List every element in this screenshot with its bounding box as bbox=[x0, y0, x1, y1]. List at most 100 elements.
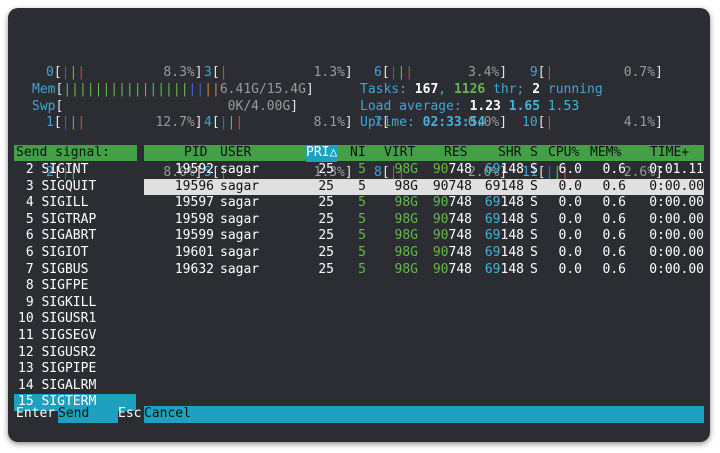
process-user: sagar bbox=[220, 195, 260, 211]
process-time: 0:01.11 bbox=[649, 162, 704, 177]
column-res[interactable]: RES bbox=[444, 145, 467, 162]
table-row[interactable]: 19596 sagar 25 5 98G 90748 69148 S 0.0 0.6 0:00.00 bbox=[144, 178, 704, 196]
signal-item[interactable]: 4 SIGILL bbox=[14, 195, 136, 212]
process-user: sagar bbox=[220, 261, 260, 277]
process-time: 0:00.00 bbox=[649, 228, 704, 244]
signal-item[interactable]: 13 SIGPIPE bbox=[14, 361, 136, 378]
process-shr: 69148 bbox=[484, 162, 524, 177]
process-time: 0:00.00 bbox=[649, 195, 704, 211]
send-button[interactable]: Send bbox=[58, 406, 118, 423]
process-priority: 25 bbox=[318, 261, 334, 277]
process-pid: 19601 bbox=[174, 244, 214, 260]
signal-item[interactable]: 5 SIGTRAP bbox=[14, 212, 136, 229]
process-state: S bbox=[530, 195, 538, 211]
column-shr[interactable]: SHR bbox=[498, 145, 521, 162]
cpu-meter: 9[| 0.7%] bbox=[529, 65, 663, 81]
signal-item[interactable]: 9 SIGKILL bbox=[14, 295, 136, 312]
process-shr: 69148 bbox=[484, 228, 524, 244]
column-mem[interactable]: MEM% bbox=[590, 145, 621, 162]
process-priority: 25 bbox=[318, 195, 334, 211]
signal-item[interactable]: 12 SIGUSR2 bbox=[14, 345, 136, 362]
process-user: sagar bbox=[220, 162, 260, 177]
cpu-meter: 10[| 4.1%] bbox=[522, 114, 663, 130]
esc-key-label: Esc bbox=[118, 406, 142, 421]
signal-item[interactable]: 2 SIGINT bbox=[14, 162, 136, 179]
htop-terminal: 0[||| 8.3%] 1[||| 12.7%] 2[|| 8.0%] 3[| … bbox=[8, 8, 710, 442]
column-cpu[interactable]: CPU% bbox=[548, 145, 579, 162]
table-row[interactable]: 19592 sagar 25 5 98G 90748 69148 S 6.0 0.6 0:01.11 bbox=[144, 162, 704, 179]
process-cpu: 0.0 bbox=[558, 244, 582, 260]
process-shr: 69148 bbox=[484, 244, 524, 260]
process-virt: 98G bbox=[394, 261, 418, 277]
process-nice: 5 bbox=[358, 178, 366, 194]
cancel-button[interactable]: Cancel bbox=[144, 406, 704, 423]
column-time[interactable]: TIME+ bbox=[650, 145, 689, 162]
swap-meter: Swp[ 0K/4.00G] bbox=[32, 98, 299, 114]
process-res: 90748 bbox=[432, 261, 472, 277]
signal-item[interactable]: 6 SIGIOT bbox=[14, 245, 136, 262]
process-mem: 0.6 bbox=[602, 195, 626, 211]
signal-item[interactable]: 11 SIGSEGV bbox=[14, 328, 136, 345]
process-state: S bbox=[530, 228, 538, 244]
process-virt: 98G bbox=[394, 178, 418, 194]
process-res: 90748 bbox=[432, 211, 472, 227]
process-virt: 98G bbox=[394, 244, 418, 260]
signal-item[interactable]: 10 SIGUSR1 bbox=[14, 311, 136, 328]
uptime: Uptime: 02:33:54 bbox=[360, 115, 486, 131]
table-row[interactable]: 19598 sagar 25 5 98G 90748 69148 S 0.0 0.6 0:00.00 bbox=[144, 212, 704, 229]
table-row[interactable]: 19601 sagar 25 5 98G 90748 69148 S 0.0 0.6 0:00.00 bbox=[144, 245, 704, 262]
load-average: Load average: 1.23 1.65 1.53 bbox=[360, 98, 580, 114]
process-nice: 5 bbox=[358, 244, 366, 260]
process-mem: 0.6 bbox=[602, 162, 626, 177]
process-virt: 98G bbox=[394, 195, 418, 211]
column-user[interactable]: USER bbox=[220, 145, 251, 162]
table-row[interactable]: 19632 sagar 25 5 98G 90748 69148 S 0.0 0.6 0:00.00 bbox=[144, 262, 704, 279]
process-pid: 19597 bbox=[174, 195, 214, 211]
process-shr: 69148 bbox=[484, 178, 524, 194]
process-res: 90748 bbox=[432, 244, 472, 260]
column-state[interactable]: S bbox=[530, 145, 538, 162]
process-nice: 5 bbox=[358, 228, 366, 244]
enter-key-label: Enter bbox=[16, 406, 56, 421]
process-list: 19592 sagar 25 5 98G 90748 69148 S 6.0 0.6 0:01.11… bbox=[144, 162, 704, 278]
footer-bar: Enter Send Esc Cancel bbox=[14, 406, 704, 423]
signal-item[interactable]: 6 SIGABRT bbox=[14, 228, 136, 245]
signal-item[interactable]: 8 SIGFPE bbox=[14, 278, 136, 295]
column-nice[interactable]: NI bbox=[350, 145, 366, 162]
process-time: 0:00.00 bbox=[649, 178, 704, 194]
process-pid: 19596 bbox=[174, 178, 214, 194]
send-signal-header: Send signal: bbox=[14, 145, 137, 161]
process-shr: 69148 bbox=[484, 211, 524, 227]
process-nice: 5 bbox=[358, 195, 366, 211]
process-priority: 25 bbox=[318, 178, 334, 194]
process-user: sagar bbox=[220, 244, 260, 260]
table-row[interactable]: 19597 sagar 25 5 98G 90748 69148 S 0.0 0.6 0:00.00 bbox=[144, 195, 704, 212]
process-time: 0:00.00 bbox=[649, 211, 704, 227]
cpu-meter: 1[||| 12.7%] bbox=[46, 114, 203, 130]
process-priority: 25 bbox=[318, 162, 334, 177]
process-pid: 19598 bbox=[174, 211, 214, 227]
process-pid: 19592 bbox=[174, 162, 214, 177]
signal-item[interactable]: 7 SIGBUS bbox=[14, 262, 136, 279]
process-nice: 5 bbox=[358, 162, 366, 177]
signal-item[interactable]: 14 SIGALRM bbox=[14, 378, 136, 395]
column-pid[interactable]: PID bbox=[184, 145, 207, 162]
process-mem: 0.6 bbox=[602, 178, 626, 194]
process-cpu: 0.0 bbox=[558, 228, 582, 244]
process-mem: 0.6 bbox=[602, 228, 626, 244]
process-shr: 69148 bbox=[484, 261, 524, 277]
process-mem: 0.6 bbox=[602, 244, 626, 260]
process-priority: 25 bbox=[318, 244, 334, 260]
process-pid: 19632 bbox=[174, 261, 214, 277]
memory-meter: Mem[||||||||||||||||||||6.41G/15.4G] bbox=[32, 82, 314, 97]
process-mem: 0.6 bbox=[602, 211, 626, 227]
column-virt[interactable]: VIRT bbox=[384, 145, 415, 162]
table-row[interactable]: 19599 sagar 25 5 98G 90748 69148 S 0.0 0.6 0:00.00 bbox=[144, 228, 704, 245]
signal-list[interactable]: 2 SIGINT 3 SIGQUIT 4 SIGILL 5 SIGTRAP 6 … bbox=[14, 162, 136, 411]
process-res: 90748 bbox=[432, 228, 472, 244]
process-state: S bbox=[530, 178, 538, 194]
column-priority[interactable]: PRI△ bbox=[306, 145, 338, 162]
signal-item[interactable]: 3 SIGQUIT bbox=[14, 179, 136, 196]
process-cpu: 6.0 bbox=[558, 162, 582, 177]
process-virt: 98G bbox=[394, 162, 418, 177]
